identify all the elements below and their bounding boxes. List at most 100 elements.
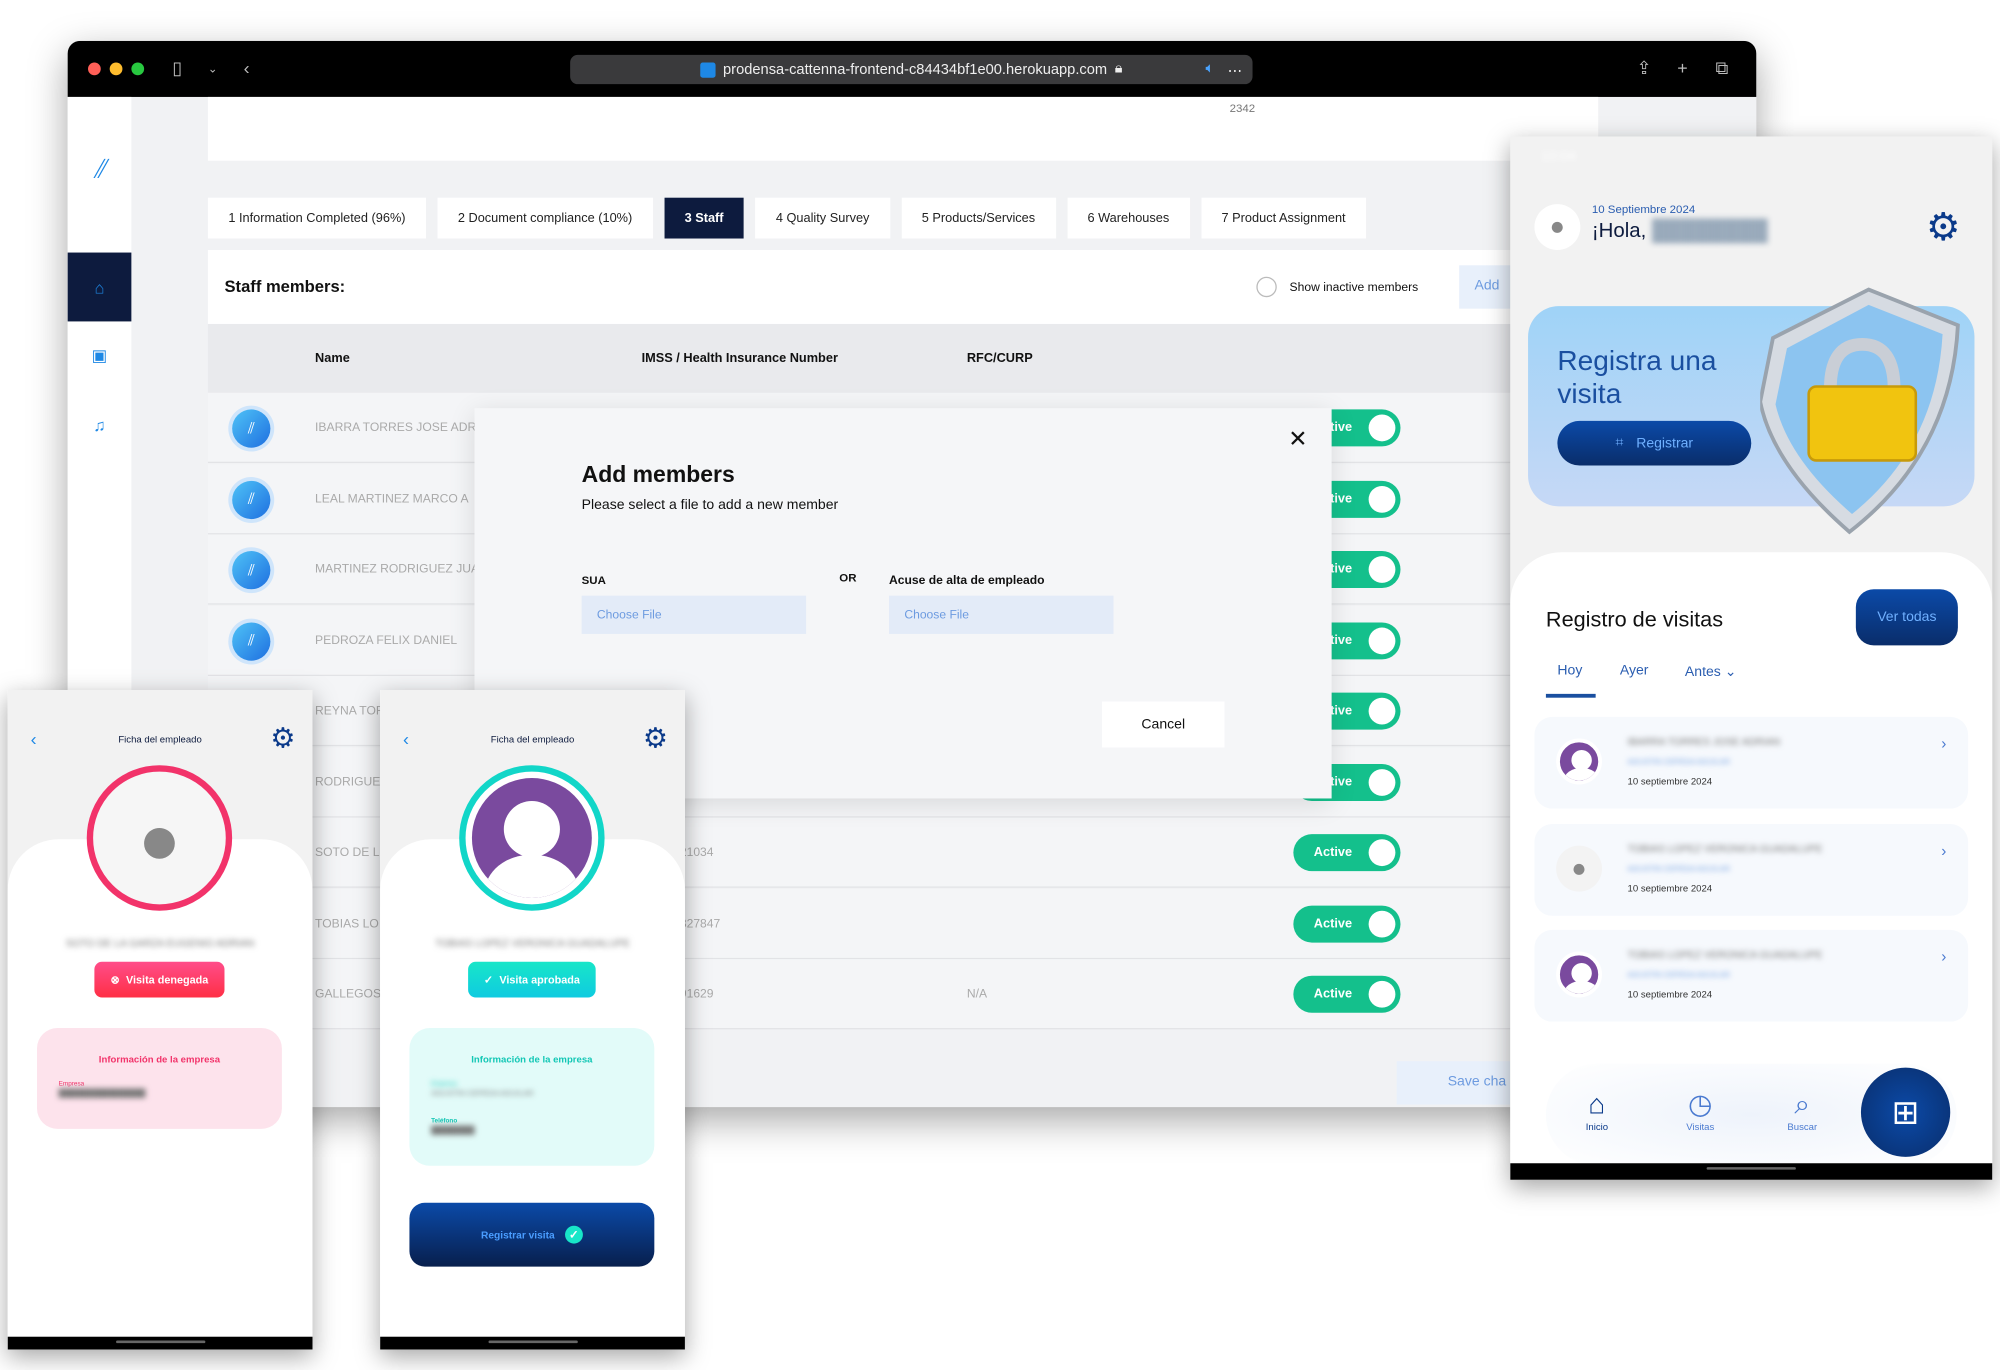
tab-warehouses[interactable]: 6 Warehouses — [1067, 197, 1190, 239]
see-all-button[interactable]: Ver todas — [1855, 589, 1958, 646]
ficha-denied-screen: ‹ Ficha del empleado ⚙ ● SOTO DE LA GARZ… — [7, 690, 313, 1350]
visit-list-item[interactable]: TOBIAS LOPEZ VERONICA GUADALUPE AGUSTIN C… — [1534, 929, 1969, 1022]
modal-title: Add members — [581, 461, 735, 488]
staff-name: GALLEGOS — [315, 987, 382, 1002]
minimize-window-button[interactable] — [109, 62, 123, 76]
employee-name: TOBIAS LOPEZ VERONICA GUADALUPE — [435, 937, 630, 949]
sidebar-item-notifications[interactable]: ♫ — [68, 390, 132, 459]
nav-search[interactable]: ⌕ Buscar — [1764, 1088, 1841, 1133]
badge-label: Visita aprobada — [499, 973, 580, 986]
employee-avatar — [459, 765, 605, 911]
visitor-avatar: ● — [1556, 845, 1603, 891]
screen-title: Ficha del empleado — [490, 733, 575, 745]
ficha-approved-screen: ‹ Ficha del empleado ⚙ TOBIAS LOPEZ VERO… — [380, 690, 685, 1350]
staff-name: MARTINEZ RODRIGUEZ JUA — [315, 562, 480, 577]
settings-gear-icon[interactable]: ⚙ — [1926, 209, 1960, 247]
visitor-company: AGUSTIN CEPEDA AGUILAR — [1627, 758, 1731, 767]
chevron-right-icon: › — [1941, 947, 1947, 966]
tab-product-assignment[interactable]: 7 Product Assignment — [1201, 197, 1367, 239]
register-visit-button[interactable]: Registrar visita ✓ — [409, 1202, 655, 1267]
home-indicator — [7, 1336, 313, 1350]
status-label: Active — [1313, 845, 1353, 860]
check-circle-icon: ✓ — [564, 1225, 583, 1244]
nav-home[interactable]: ⌂ Inicio — [1559, 1088, 1636, 1133]
visitor-name: IBARRA TORRES JOSE ADRIAN — [1627, 735, 1781, 748]
clock-icon: ◷ — [1687, 1088, 1713, 1120]
visitor-company: AGUSTIN CEPEDA AGUILAR — [1627, 865, 1731, 874]
home-icon: ⌂ — [94, 277, 105, 297]
company-value: ████████████████ — [58, 1090, 146, 1099]
column-name: Name — [315, 352, 350, 367]
sidebar-item-home[interactable]: ⌂ — [67, 252, 132, 322]
sua-label: SUA — [581, 573, 606, 587]
status-bar: 10:04 — [1540, 149, 1576, 165]
cancel-button[interactable]: Cancel — [1102, 701, 1225, 748]
phone-value: ████████ — [431, 1127, 475, 1136]
staff-avatar: ⫽ — [232, 480, 271, 519]
sidebar-toggle-icon[interactable]: ▯ — [172, 57, 182, 79]
visitor-avatar — [1556, 951, 1603, 998]
acuse-file-input[interactable]: Choose File — [889, 595, 1114, 634]
tab-quality-survey[interactable]: 4 Quality Survey — [755, 197, 890, 239]
register-button[interactable]: ⌗ Registrar — [1557, 420, 1752, 466]
tab-information[interactable]: 1 Information Completed (96%) — [207, 197, 426, 239]
section-title: Staff members: — [224, 276, 346, 296]
tab-yesterday[interactable]: Ayer — [1620, 663, 1649, 678]
visitor-company: AGUSTIN CEPEDA AGUILAR — [1627, 971, 1731, 980]
address-bar[interactable]: prodensa-cattenna-frontend-c84434bf1e00.… — [570, 54, 1253, 85]
browser-titlebar: ▯ ⌄ ‹ prodensa-cattenna-frontend-c84434b… — [67, 40, 1757, 97]
nav-visits[interactable]: ◷ Visitas — [1662, 1088, 1739, 1133]
visit-list-item[interactable]: ● TOBIAS LOPEZ VERONICA GUADALUPE AGUSTIN … — [1534, 823, 1969, 916]
settings-gear-icon[interactable]: ⚙ — [643, 724, 668, 752]
info-title: Información de la empresa — [98, 1053, 221, 1066]
tabs-overview-icon[interactable]: ⧉ — [1716, 57, 1729, 79]
check-circle-icon: ✓ — [483, 972, 493, 986]
close-window-button[interactable] — [88, 62, 101, 76]
visit-list-item[interactable]: IBARRA TORRES JOSE ADRIAN AGUSTIN CEPEDA … — [1534, 716, 1969, 809]
tab-documents[interactable]: 2 Document compliance (10%) — [437, 197, 653, 239]
audio-icon[interactable]: 🔈︎ — [1205, 61, 1214, 78]
summary-card: 2342 — [207, 96, 1599, 161]
user-avatar[interactable]: ● — [1534, 204, 1581, 250]
tab-before[interactable]: Antes ⌄ — [1685, 663, 1737, 680]
employee-avatar: ● — [86, 765, 233, 911]
tab-today[interactable]: Hoy — [1557, 663, 1582, 678]
scan-qr-button[interactable]: ⊞ — [1860, 1067, 1951, 1157]
url-text: prodensa-cattenna-frontend-c84434bf1e00.… — [723, 61, 1108, 78]
staff-name: SOTO DE L — [315, 845, 380, 860]
staff-name: TOBIAS LO — [315, 916, 379, 931]
close-modal-button[interactable]: ✕ — [1288, 426, 1307, 453]
chevron-right-icon: › — [1941, 734, 1947, 753]
visits-title: Registro de visitas — [1545, 607, 1724, 632]
sua-file-input[interactable]: Choose File — [581, 595, 807, 634]
nav-visits-label: Visitas — [1686, 1121, 1715, 1133]
nav-home-label: Inicio — [1585, 1121, 1609, 1133]
new-tab-icon[interactable]: + — [1677, 57, 1687, 77]
visitor-name: TOBIAS LOPEZ VERONICA GUADALUPE — [1627, 842, 1823, 854]
acuse-label: Acuse de alta de empleado — [889, 573, 1045, 589]
status-toggle[interactable]: Active — [1293, 834, 1401, 872]
company-label: Empresa — [58, 1080, 85, 1089]
back-icon[interactable]: ‹ — [244, 57, 250, 77]
status-label: Active — [1313, 916, 1353, 931]
tab-staff[interactable]: 3 Staff — [664, 197, 744, 239]
status-toggle[interactable]: Active — [1293, 904, 1401, 942]
phone-label: Teléfono — [431, 1117, 458, 1125]
save-changes-button[interactable]: Save cha — [1396, 1061, 1525, 1105]
table-header: Name IMSS / Health Insurance Number RFC/… — [207, 323, 1611, 393]
staff-header: Staff members: Show inactive members Add — [207, 249, 1611, 324]
chevron-down-icon: ⌄ — [1724, 664, 1737, 680]
chevron-down-icon[interactable]: ⌄ — [208, 62, 218, 76]
maximize-window-button[interactable] — [131, 62, 145, 76]
show-inactive-label: Show inactive members — [1289, 280, 1419, 295]
share-icon[interactable]: ⇪ — [1636, 57, 1651, 79]
settings-gear-icon[interactable]: ⚙ — [270, 724, 295, 752]
visitor-name: TOBIAS LOPEZ VERONICA GUADALUPE — [1627, 948, 1823, 961]
sidebar-item-staff[interactable]: ▣ — [68, 321, 132, 390]
modal-subtitle: Please select a file to add a new member — [581, 497, 839, 513]
status-toggle[interactable]: Active — [1293, 975, 1401, 1013]
tab-products-services[interactable]: 5 Products/Services — [901, 197, 1056, 239]
more-icon[interactable]: ⋯ — [1228, 61, 1243, 78]
x-circle-icon: ⊗ — [110, 972, 120, 986]
show-inactive-radio[interactable] — [1256, 276, 1277, 298]
